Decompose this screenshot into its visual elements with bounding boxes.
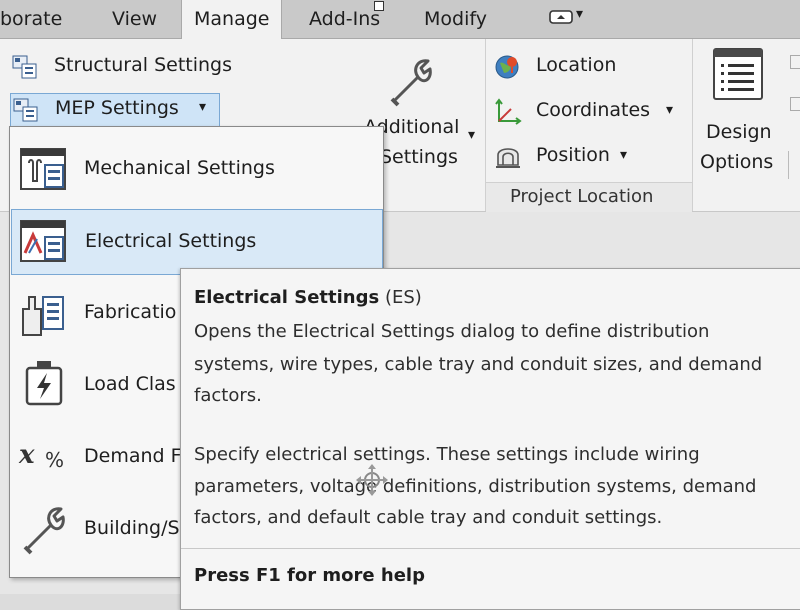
tooltip-title: Electrical Settings (ES) bbox=[194, 287, 422, 308]
menu-item-label: Building/S bbox=[84, 517, 180, 539]
menu-item-label: Mechanical Settings bbox=[84, 157, 275, 179]
electrical-settings-icon bbox=[20, 220, 66, 262]
tab-add-ins[interactable]: Add-Ins bbox=[309, 0, 380, 38]
mep-settings-button[interactable]: MEP Settings ▾ bbox=[10, 93, 220, 127]
chevron-down-icon: ▾ bbox=[199, 99, 207, 115]
menu-item-label: Demand F bbox=[84, 445, 182, 467]
panel-title-project-location: Project Location bbox=[486, 182, 692, 212]
truncated-icon bbox=[790, 55, 800, 69]
svg-text:x: x bbox=[18, 440, 35, 470]
tooltip-title-text: Electrical Settings bbox=[194, 287, 380, 308]
screen-icon bbox=[549, 10, 573, 24]
menu-item-label: Fabricatio bbox=[84, 301, 177, 323]
coordinates-label: Coordinates bbox=[536, 99, 651, 121]
panel-separator bbox=[692, 39, 693, 211]
truncated-next-button[interactable] bbox=[788, 151, 800, 179]
menu-item-mechanical-settings[interactable]: Mechanical Settings bbox=[11, 137, 381, 201]
tooltip-detail-line: parameters, voltage definitions, distrib… bbox=[194, 476, 757, 497]
tab-modify[interactable]: Modify bbox=[424, 0, 487, 38]
design-options-button[interactable]: Design Options bbox=[700, 43, 780, 179]
tab-collaborate[interactable]: borate bbox=[0, 0, 62, 38]
tooltip-shortcut: (ES) bbox=[384, 287, 422, 308]
tab-view[interactable]: View bbox=[112, 0, 157, 38]
quick-access-dropdown[interactable]: ▾ bbox=[548, 6, 590, 30]
coordinates-icon bbox=[495, 98, 522, 125]
project-location-label: Project Location bbox=[510, 186, 654, 207]
chevron-down-icon: ▾ bbox=[576, 6, 584, 22]
tooltip-description-line: factors. bbox=[194, 385, 262, 406]
structural-settings-button[interactable]: Structural Settings bbox=[10, 53, 250, 81]
menu-item-electrical-settings[interactable]: Electrical Settings bbox=[11, 209, 383, 275]
tooltip-detail-line: Specify electrical settings. These setti… bbox=[194, 444, 700, 465]
mep-settings-icon bbox=[13, 98, 38, 122]
design-options-icon bbox=[713, 48, 763, 100]
chevron-down-icon: ▾ bbox=[468, 127, 476, 143]
position-label: Position bbox=[536, 144, 610, 166]
wrench-icon bbox=[23, 507, 65, 555]
truncated-icon bbox=[790, 97, 800, 111]
tooltip-description-line: systems, wire types, cable tray and cond… bbox=[194, 354, 763, 375]
tooltip-detail-line: factors, and default cable tray and cond… bbox=[194, 507, 663, 528]
tooltip-help-text: Press F1 for more help bbox=[194, 565, 425, 586]
design-options-label-1: Design bbox=[706, 121, 772, 143]
svg-text:%: % bbox=[45, 448, 64, 472]
location-button[interactable]: Location bbox=[494, 53, 644, 81]
fabrication-settings-icon bbox=[22, 296, 64, 336]
coordinates-button[interactable]: Coordinates ▾ bbox=[494, 98, 684, 126]
ribbon-tab-bar: borate View Manage Add-Ins Modify ▾ bbox=[0, 0, 800, 39]
additional-settings-label-2: Settings bbox=[380, 146, 458, 168]
structural-settings-icon bbox=[12, 55, 37, 79]
tab-manage[interactable]: Manage bbox=[181, 0, 283, 39]
chevron-down-icon: ▾ bbox=[620, 147, 628, 163]
handle-marker bbox=[374, 1, 384, 11]
globe-location-icon bbox=[495, 55, 519, 79]
location-label: Location bbox=[536, 54, 617, 76]
tooltip-divider bbox=[181, 548, 800, 549]
mechanical-settings-icon bbox=[20, 148, 66, 190]
tooltip-description-line: Opens the Electrical Settings dialog to … bbox=[194, 321, 710, 342]
chevron-down-icon: ▾ bbox=[666, 102, 674, 118]
design-options-label-2: Options bbox=[700, 151, 774, 173]
demand-factors-icon: x % bbox=[18, 440, 64, 472]
electrical-settings-tooltip: Electrical Settings (ES) Opens the Elect… bbox=[180, 268, 800, 610]
structural-settings-label: Structural Settings bbox=[54, 54, 233, 76]
menu-item-label: Electrical Settings bbox=[85, 230, 257, 252]
position-icon bbox=[496, 148, 520, 168]
wrench-icon bbox=[390, 59, 432, 107]
move-cursor-icon bbox=[356, 464, 388, 496]
menu-item-label: Load Clas bbox=[84, 373, 176, 395]
mep-settings-label: MEP Settings bbox=[55, 97, 179, 119]
position-button[interactable]: Position ▾ bbox=[494, 143, 644, 171]
load-classifications-icon bbox=[25, 361, 63, 406]
